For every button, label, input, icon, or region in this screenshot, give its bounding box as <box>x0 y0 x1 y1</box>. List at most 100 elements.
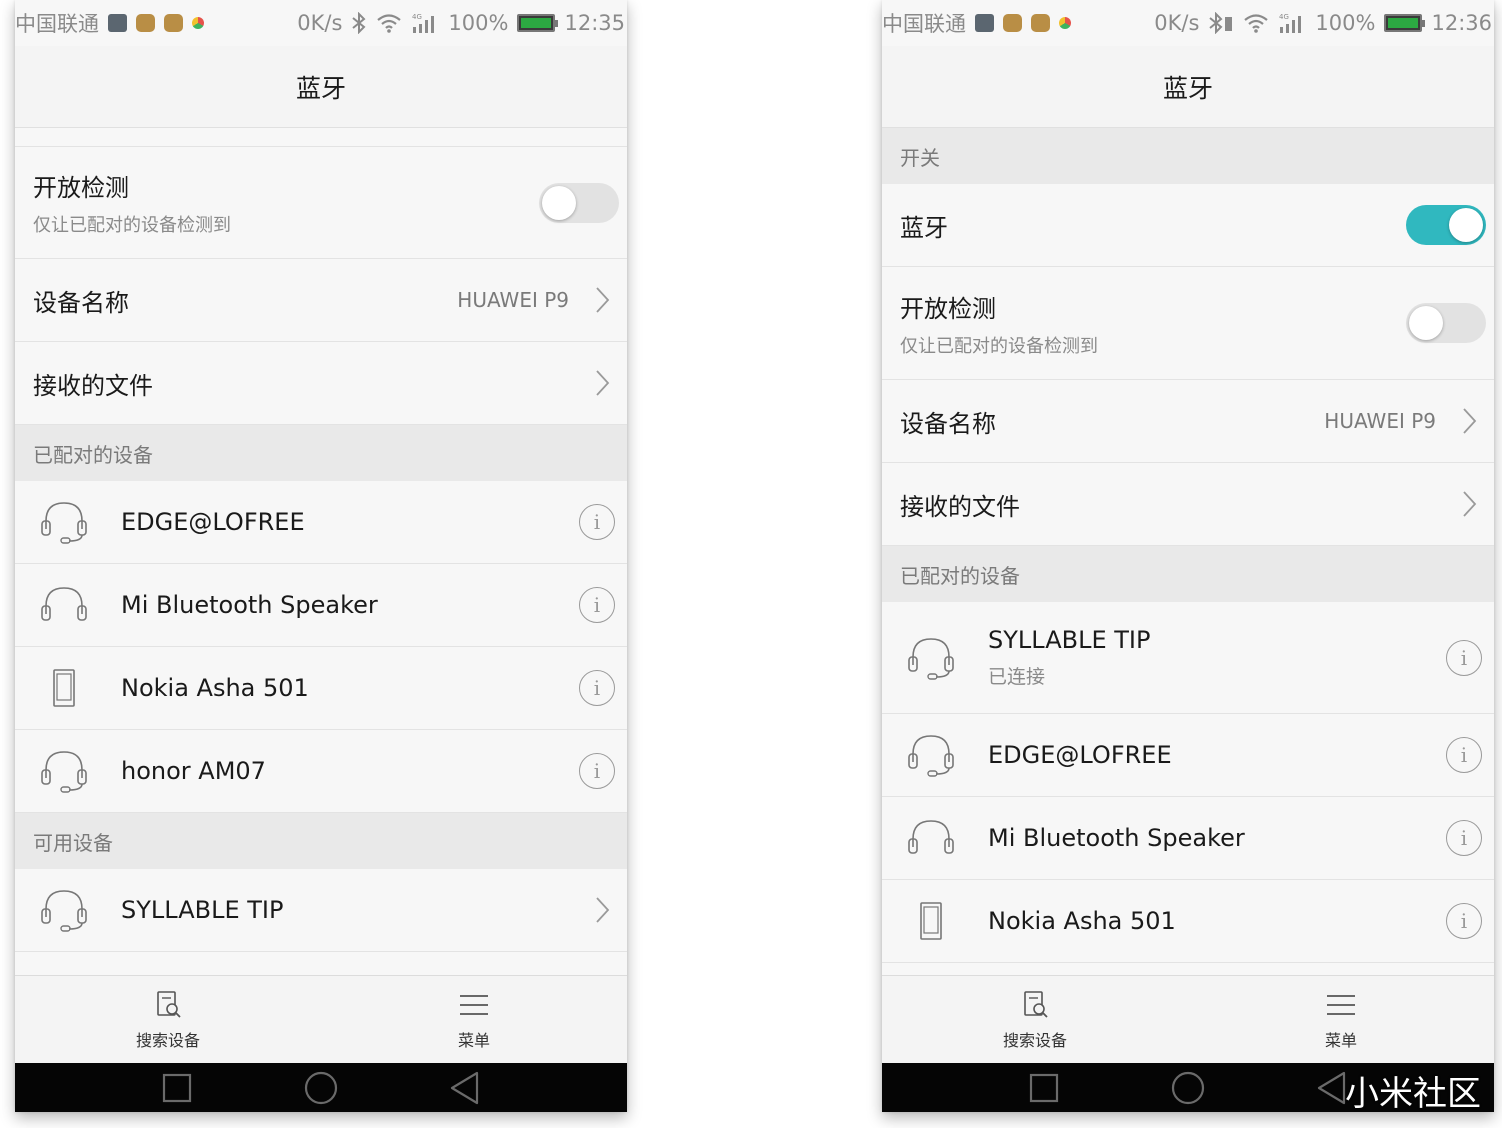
device-name: Nokia Asha 501 <box>988 907 1176 935</box>
menu-label: 菜单 <box>457 1030 490 1050</box>
info-icon[interactable]: i <box>579 504 615 540</box>
info-icon[interactable]: i <box>579 670 615 706</box>
app-notification-icon <box>164 14 183 32</box>
chevron-right-icon <box>1463 408 1477 434</box>
chevron-right-icon <box>596 897 610 923</box>
connection-status: 已连接 <box>988 666 1046 688</box>
headset-icon <box>908 735 954 777</box>
status-bar: 中国联通 0K/s 4G 100% 12:36 <box>882 0 1494 46</box>
paired-device-row[interactable]: EDGE@LOFREE i <box>15 481 627 564</box>
app-notification-icon <box>1059 17 1071 29</box>
phone-screen-right: 中国联通 0K/s 4G 100% 12:36 蓝牙 开关 蓝牙 开放检测 仅让… <box>882 0 1494 1112</box>
net-speed: 0K/s <box>297 11 343 35</box>
info-icon[interactable]: i <box>579 587 615 623</box>
device-name-row[interactable]: 设备名称 HUAWEI P9 <box>882 380 1494 463</box>
chevron-right-icon <box>596 370 610 396</box>
paired-device-row[interactable]: honor AM07 i <box>15 730 627 813</box>
received-files-label: 接收的文件 <box>33 371 153 400</box>
chevron-right-icon <box>1463 491 1477 517</box>
phone-icon <box>53 669 75 707</box>
bluetooth-label: 蓝牙 <box>900 213 948 242</box>
battery-percent: 100% <box>448 11 509 35</box>
open-detection-label: 开放检测 <box>33 174 129 202</box>
device-name-row[interactable]: 设备名称 HUAWEI P9 <box>15 259 627 342</box>
svg-text:4G: 4G <box>412 13 422 21</box>
paired-device-row[interactable]: EDGE@LOFREE i <box>882 714 1494 797</box>
app-notification-icon <box>192 17 204 29</box>
paired-device-row[interactable]: Nokia Asha 501 i <box>882 880 1494 963</box>
headphones-icon <box>41 587 87 621</box>
home-icon[interactable] <box>1170 1070 1206 1106</box>
paired-device-row[interactable]: Nokia Asha 501 i <box>15 647 627 730</box>
available-device-row[interactable]: SYLLABLE TIP <box>15 869 627 952</box>
battery-icon <box>1384 14 1426 32</box>
open-detection-row[interactable]: 开放检测 仅让已配对的设备检测到 <box>882 267 1494 380</box>
device-name: Mi Bluetooth Speaker <box>121 591 378 619</box>
device-name: SYLLABLE TIP <box>121 896 284 924</box>
device-name-label: 设备名称 <box>900 409 996 438</box>
menu-label: 菜单 <box>1324 1030 1357 1050</box>
battery-icon <box>517 14 559 32</box>
received-files-label: 接收的文件 <box>900 492 1020 521</box>
chevron-right-icon <box>596 287 610 313</box>
battery-percent: 100% <box>1315 11 1376 35</box>
wifi-icon <box>1244 14 1269 33</box>
carrier-label: 中国联通 <box>882 12 966 36</box>
system-nav-bar <box>15 1063 627 1112</box>
paired-device-row[interactable]: SYLLABLE TIP 已连接 i <box>882 602 1494 714</box>
headset-icon <box>41 890 87 932</box>
search-devices-label: 搜索设备 <box>1002 1030 1067 1050</box>
title-bar: 蓝牙 <box>882 46 1494 128</box>
open-detection-toggle[interactable] <box>1406 303 1486 343</box>
recents-icon[interactable] <box>159 1070 195 1106</box>
toggle-knob <box>1449 208 1483 242</box>
paired-device-row[interactable]: Mi Bluetooth Speaker i <box>882 797 1494 880</box>
headphones-icon <box>908 820 954 854</box>
info-icon[interactable]: i <box>1446 903 1482 939</box>
home-icon[interactable] <box>303 1070 339 1106</box>
search-devices-button[interactable]: 搜索设备 <box>15 976 321 1063</box>
app-notification-icon <box>136 14 155 32</box>
menu-icon <box>1327 994 1355 1015</box>
menu-button[interactable]: 菜单 <box>321 976 627 1063</box>
settings-list: 开放检测 仅让已配对的设备检测到 设备名称 HUAWEI P9 接收的文件 已配… <box>15 146 627 952</box>
info-icon[interactable]: i <box>1446 737 1482 773</box>
device-name: Mi Bluetooth Speaker <box>988 824 1245 852</box>
open-detection-sub: 仅让已配对的设备检测到 <box>900 335 1098 357</box>
info-icon[interactable]: i <box>1446 639 1482 676</box>
paired-devices-header: 已配对的设备 <box>15 425 627 481</box>
open-detection-toggle[interactable] <box>539 182 619 223</box>
switch-section-header: 开关 <box>882 128 1494 184</box>
info-icon[interactable]: i <box>579 753 615 789</box>
search-devices-button[interactable]: 搜索设备 <box>882 976 1188 1063</box>
phone-screen-left: 中国联通 0K/s 4G 100% 12:35 蓝牙 开放检测 仅让已配对的设备… <box>15 0 627 1112</box>
device-name-value: HUAWEI P9 <box>1324 409 1436 433</box>
headset-icon <box>41 502 87 544</box>
wifi-icon <box>377 14 402 33</box>
received-files-row[interactable]: 接收的文件 <box>15 342 627 425</box>
bluetooth-connected-icon <box>1209 12 1233 34</box>
paired-device-row[interactable]: Mi Bluetooth Speaker i <box>15 564 627 647</box>
menu-icon <box>460 994 488 1015</box>
signal-icon: 4G <box>412 13 435 33</box>
received-files-row[interactable]: 接收的文件 <box>882 463 1494 546</box>
status-bar: 中国联通 0K/s 4G 100% 12:35 <box>15 0 627 46</box>
bluetooth-icon <box>352 12 366 34</box>
menu-button[interactable]: 菜单 <box>1188 976 1494 1063</box>
bluetooth-toggle[interactable] <box>1406 205 1486 245</box>
title-bar: 蓝牙 <box>15 46 627 128</box>
toggle-knob <box>1409 306 1443 340</box>
recents-icon[interactable] <box>1026 1070 1062 1106</box>
phone-icon <box>920 902 942 940</box>
clock: 12:36 <box>1431 11 1492 35</box>
paired-devices-header: 已配对的设备 <box>882 546 1494 602</box>
back-icon[interactable] <box>447 1070 483 1106</box>
info-icon[interactable]: i <box>1446 820 1482 856</box>
open-detection-row[interactable]: 开放检测 仅让已配对的设备检测到 <box>15 146 627 259</box>
device-name: Nokia Asha 501 <box>121 674 309 702</box>
device-name: EDGE@LOFREE <box>121 508 305 536</box>
bluetooth-switch-row[interactable]: 蓝牙 <box>882 184 1494 267</box>
svg-text:4G: 4G <box>1279 13 1289 21</box>
settings-list: 开关 蓝牙 开放检测 仅让已配对的设备检测到 设备名称 HUAWEI P9 接收… <box>882 128 1494 963</box>
device-name: honor AM07 <box>121 757 266 785</box>
